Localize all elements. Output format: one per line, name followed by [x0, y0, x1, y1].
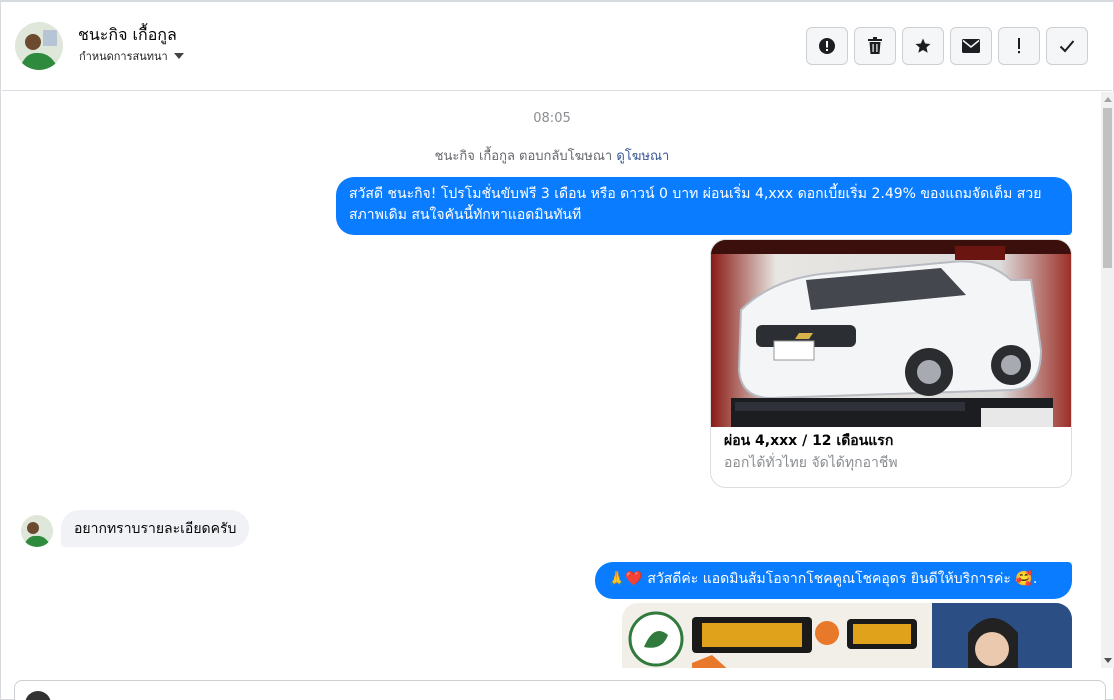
header-actions: [806, 27, 1088, 65]
message-composer[interactable]: [14, 680, 1106, 700]
delete-button[interactable]: [854, 27, 896, 65]
ad-reply-text: ชนะกิจ เกื้อกูล ตอบกลับโฆษณา: [434, 149, 613, 164]
conversation-header: ชนะกิจ เกื้อกูล กำหนดการสนทนา: [2, 2, 1112, 91]
ad-card-subtitle: ออกได้ทั่วไทย จัดได้ทุกอาชีพ: [724, 455, 898, 471]
contact-avatar[interactable]: [15, 22, 63, 70]
star-button[interactable]: [902, 27, 944, 65]
promo-image[interactable]: [622, 603, 1072, 668]
done-button[interactable]: [1046, 27, 1088, 65]
checkmark-icon: [1059, 40, 1075, 53]
scroll-down-arrow-icon[interactable]: [1104, 658, 1112, 663]
follow-up-button[interactable]: [998, 27, 1040, 65]
trash-icon: [868, 37, 882, 54]
contact-name: ชนะกิจ เกื้อกูล: [78, 25, 177, 44]
page-avatar: [25, 691, 51, 700]
contact-avatar-small: [21, 515, 53, 547]
assign-conversation-dropdown[interactable]: กำหนดการสนทนา: [79, 47, 184, 65]
star-icon: [915, 38, 931, 53]
ad-card[interactable]: ผ่อน 4,xxx / 12 เดือนแรก ออกได้ทั่วไทย จ…: [710, 239, 1072, 488]
ad-reply-notice: ชนะกิจ เกื้อกูล ตอบกลับโฆษณา ดูโฆษณา: [2, 145, 1102, 166]
timestamp: 08:05: [533, 111, 571, 126]
incoming-message: อยากทราบรายละเอียดครับ: [61, 510, 250, 547]
alert-button[interactable]: [806, 27, 848, 65]
ad-card-title: ผ่อน 4,xxx / 12 เดือนแรก: [724, 433, 894, 449]
caret-down-icon: [173, 53, 184, 59]
envelope-icon: [962, 39, 980, 53]
scrollbar-thumb[interactable]: [1103, 108, 1112, 268]
assign-label: กำหนดการสนทนา: [79, 50, 168, 63]
view-ad-link[interactable]: ดูโฆษณา: [616, 149, 669, 164]
exclamation-icon: [1018, 38, 1020, 54]
outgoing-message: สวัสดี ชนะกิจ! โปรโมชั่นขับฟรี 3 เดือน ห…: [336, 177, 1072, 235]
alert-icon: [819, 38, 835, 54]
car-ad-image[interactable]: [711, 240, 1071, 427]
mark-unread-button[interactable]: [950, 27, 992, 65]
thread-scrollbar[interactable]: [1101, 92, 1114, 668]
message-thread[interactable]: 08:05 ชนะกิจ เกื้อกูล ตอบกลับโฆษณา ดูโฆษ…: [2, 92, 1102, 668]
outgoing-message: 🙏❤️ สวัสดีค่ะ แอดมินส้มโอจากโชคคูณโชคอุด…: [595, 562, 1072, 599]
scroll-up-arrow-icon[interactable]: [1104, 97, 1112, 102]
